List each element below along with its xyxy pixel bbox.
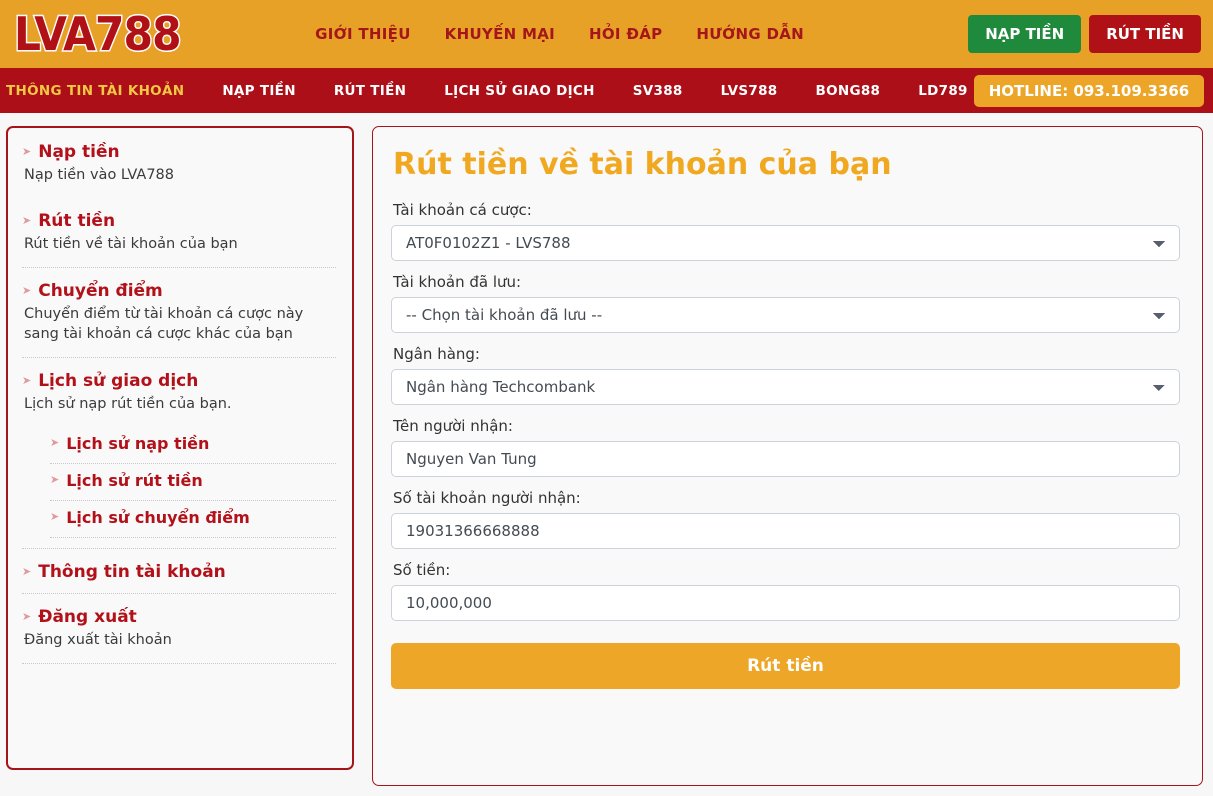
arrow-right-icon: ➤ <box>22 213 32 227</box>
sidebar-desc-nap-tien: Nạp tiền vào LVA788 <box>24 167 174 184</box>
subnav-item-sv388[interactable]: SV388 <box>627 83 689 99</box>
arrow-right-icon: ➤ <box>22 283 32 297</box>
sidebar-desc-lich-su-giao-dich: Lịch sử nạp rút tiền của bạn. <box>24 396 232 413</box>
field-group-recipient-account: Số tài khoản người nhận: <box>391 489 1180 549</box>
subnav-item-rut-tien[interactable]: RÚT TIỀN <box>328 83 412 99</box>
subnav-item-thong-tin-tai-khoan[interactable]: THÔNG TIN TÀI KHOẢN <box>0 83 190 99</box>
arrow-right-icon: ➤ <box>22 145 32 158</box>
sidebar-item-lich-su-giao-dich[interactable]: ➤ Lịch sử giao dịch <box>22 371 336 392</box>
label-amount: Số tiền: <box>393 561 451 579</box>
saved-account-select[interactable]: -- Chọn tài khoản đã lưu -- <box>391 297 1180 333</box>
arrow-right-icon: ➤ <box>22 609 32 623</box>
arrow-right-icon: ➤ <box>50 436 60 450</box>
sidebar-block-dang-xuat: ➤ Đăng xuất Đăng xuất tài khoản <box>22 592 336 651</box>
label-bank: Ngân hàng: <box>393 345 480 363</box>
arrow-right-icon: ➤ <box>50 473 60 487</box>
site-logo[interactable]: LVA788 <box>13 10 183 59</box>
withdraw-form-panel: Rút tiền về tài khoản của bạn Tài khoản … <box>372 126 1203 786</box>
field-group-recipient-name: Tên người nhận: <box>391 417 1180 477</box>
sidebar-item-label: Nạp tiền <box>38 142 120 162</box>
field-group-amount: Số tiền: <box>391 561 1180 621</box>
sidebar-block-thong-tin-tai-khoan: ➤ Thông tin tài khoản <box>22 547 336 593</box>
sidebar-subitem-label: Lịch sử rút tiền <box>66 470 203 490</box>
label-betting-account: Tài khoản cá cược: <box>393 201 532 219</box>
subnav-item-nap-tien[interactable]: NẠP TIỀN <box>216 83 302 99</box>
header-withdraw-button[interactable]: RÚT TIỀN <box>1089 15 1201 53</box>
sidebar-desc-rut-tien: Rút tiền về tài khoản của bạn <box>24 236 238 253</box>
primary-nav: GIỚI THIỆU KHUYẾN MẠI HỎI ĐÁP HƯỚNG DẪN <box>315 25 804 43</box>
sidebar-item-thong-tin-tai-khoan[interactable]: ➤ Thông tin tài khoản <box>22 562 336 593</box>
betting-account-select[interactable]: AT0F0102Z1 - LVS788 <box>391 225 1180 261</box>
field-group-saved-account: Tài khoản đã lưu: -- Chọn tài khoản đã l… <box>391 273 1180 333</box>
sidebar-item-dang-xuat[interactable]: ➤ Đăng xuất <box>22 607 336 628</box>
subnav-item-bong88[interactable]: BONG88 <box>810 83 887 99</box>
recipient-account-input[interactable] <box>391 513 1180 549</box>
sidebar-item-label: Lịch sử giao dịch <box>38 371 199 392</box>
sidebar-block-lich-su-giao-dich: ➤ Lịch sử giao dịch Lịch sử nạp rút tiền… <box>22 357 336 538</box>
sidebar-item-label: Thông tin tài khoản <box>38 562 226 583</box>
page-body: ➤ Nạp tiền Nạp tiền vào LVA788 ➤ Rút tiề… <box>0 113 1213 786</box>
subnav-item-lvs788[interactable]: LVS788 <box>715 83 784 99</box>
arrow-right-icon: ➤ <box>22 564 32 578</box>
sidebar-item-label: Rút tiền <box>38 210 116 231</box>
page-title: Rút tiền về tài khoản của bạn <box>393 147 892 182</box>
nav-item-huong-dan[interactable]: HƯỚNG DẪN <box>696 25 804 43</box>
sidebar-item-label: Chuyển điểm <box>38 280 163 301</box>
amount-input[interactable] <box>391 585 1180 621</box>
sidebar-sub-list: ➤ Lịch sử nạp tiền ➤ Lịch sử rút tiền ➤ … <box>50 427 336 538</box>
sidebar-item-label: Đăng xuất <box>38 606 137 627</box>
sidebar-subitem-lich-su-nap-tien[interactable]: ➤ Lịch sử nạp tiền <box>50 427 336 464</box>
arrow-right-icon: ➤ <box>50 510 60 524</box>
bank-select[interactable]: Ngân hàng Techcombank <box>391 369 1180 405</box>
sidebar-subitem-lich-su-rut-tien[interactable]: ➤ Lịch sử rút tiền <box>50 464 336 501</box>
header-deposit-button[interactable]: NẠP TIỀN <box>968 15 1082 53</box>
field-group-betting-account: Tài khoản cá cược: AT0F0102Z1 - LVS788 <box>391 201 1180 261</box>
nav-item-khuyen-mai[interactable]: KHUYẾN MẠI <box>445 25 555 43</box>
recipient-name-input[interactable] <box>391 441 1180 477</box>
label-recipient-account: Số tài khoản người nhận: <box>393 489 581 507</box>
sidebar-desc-dang-xuat: Đăng xuất tài khoản <box>24 632 172 649</box>
sidebar-block-rut-tien: ➤ Rút tiền Rút tiền về tài khoản của bạn <box>22 198 336 255</box>
header-action-buttons: NẠP TIỀN RÚT TIỀN <box>968 15 1201 53</box>
sidebar-block-chuyen-diem: ➤ Chuyển điểm Chuyển điểm từ tài khoản c… <box>22 266 336 345</box>
sidebar-bottom-divider <box>22 662 336 664</box>
label-recipient-name: Tên người nhận: <box>393 417 513 435</box>
top-header: LVA788 GIỚI THIỆU KHUYẾN MẠI HỎI ĐÁP HƯỚ… <box>0 0 1213 68</box>
label-saved-account: Tài khoản đã lưu: <box>393 273 522 291</box>
nav-item-gioi-thieu[interactable]: GIỚI THIỆU <box>315 25 411 43</box>
sidebar-item-nap-tien[interactable]: ➤ Nạp tiền <box>22 142 336 163</box>
arrow-right-icon: ➤ <box>22 374 32 388</box>
sidebar-subitem-lich-su-chuyen-diem[interactable]: ➤ Lịch sử chuyển điểm <box>50 501 336 538</box>
sidebar-subitem-label: Lịch sử nạp tiền <box>66 433 210 453</box>
subnav-item-lich-su-giao-dich[interactable]: LỊCH SỬ GIAO DỊCH <box>438 83 601 99</box>
sidebar-block-nap-tien: ➤ Nạp tiền Nạp tiền vào LVA788 <box>22 142 336 186</box>
field-group-bank: Ngân hàng: Ngân hàng Techcombank <box>391 345 1180 405</box>
secondary-nav-items: THÔNG TIN TÀI KHOẢN NẠP TIỀN RÚT TIỀN LỊ… <box>0 83 974 99</box>
sidebar-desc-chuyen-diem: Chuyển điểm từ tài khoản cá cược này san… <box>24 305 304 343</box>
sidebar-item-chuyen-diem[interactable]: ➤ Chuyển điểm <box>22 281 336 302</box>
sidebar-subitem-label: Lịch sử chuyển điểm <box>66 507 250 527</box>
sidebar-item-rut-tien[interactable]: ➤ Rút tiền <box>22 211 336 232</box>
sidebar: ➤ Nạp tiền Nạp tiền vào LVA788 ➤ Rút tiề… <box>6 126 354 770</box>
nav-item-hoi-dap[interactable]: HỎI ĐÁP <box>589 25 662 43</box>
hotline-badge[interactable]: HOTLINE: 093.109.3366 <box>973 74 1205 107</box>
secondary-nav: THÔNG TIN TÀI KHOẢN NẠP TIỀN RÚT TIỀN LỊ… <box>0 68 1213 113</box>
submit-withdraw-button[interactable]: Rút tiền <box>391 643 1180 689</box>
subnav-item-ld789[interactable]: LD789 <box>912 83 974 99</box>
